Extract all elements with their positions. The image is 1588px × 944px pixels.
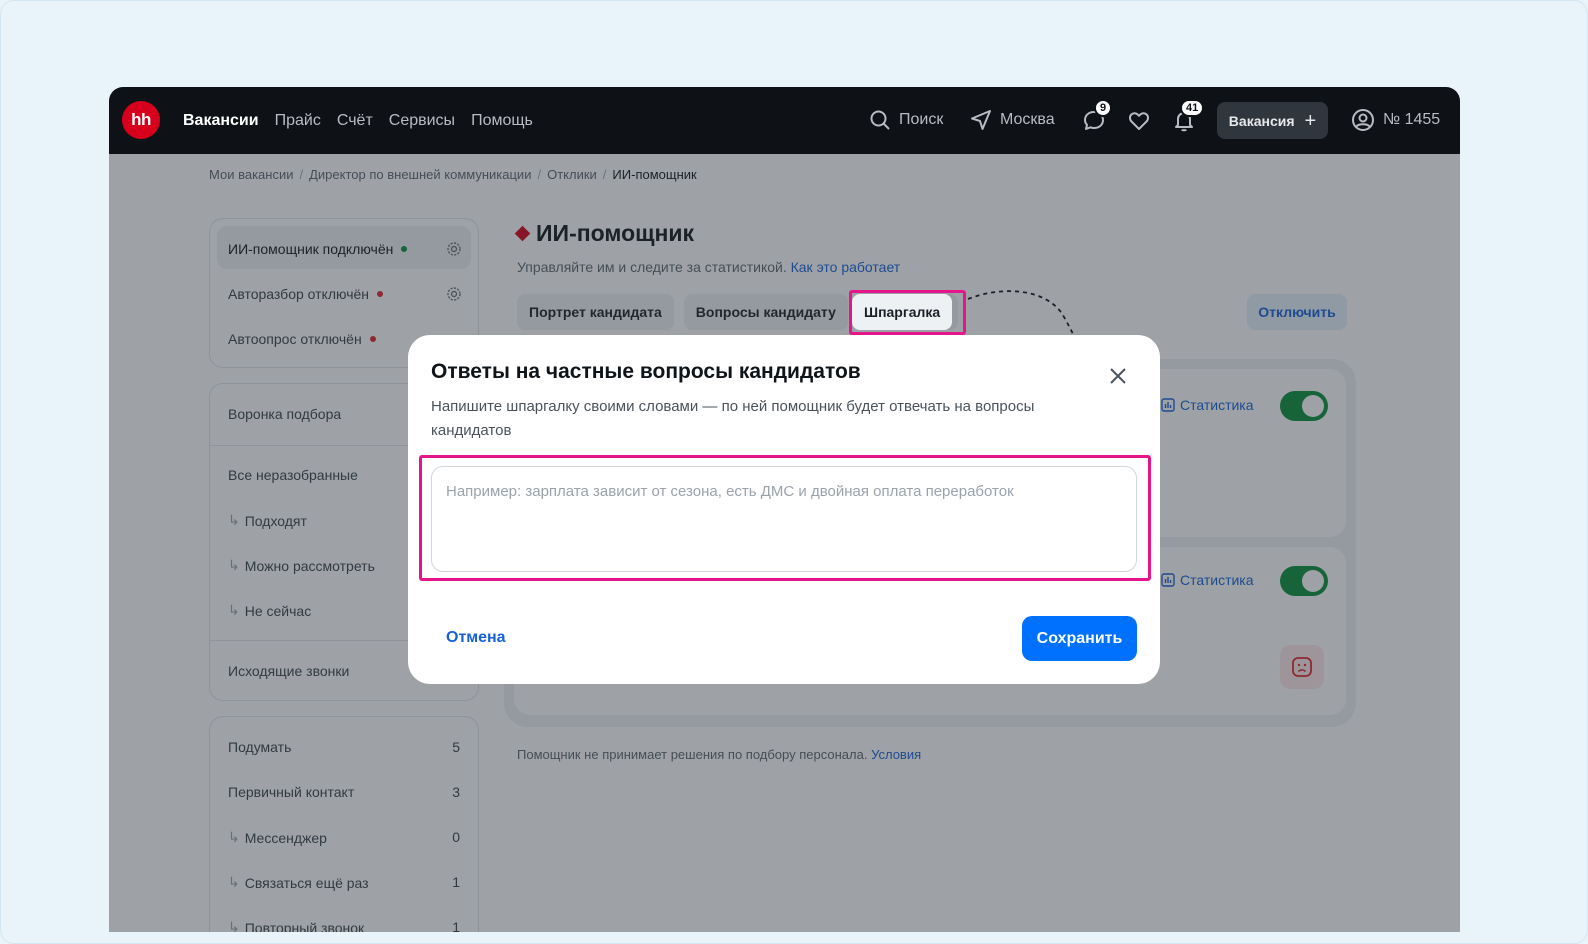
messages-badge: 9	[1094, 99, 1113, 117]
close-icon[interactable]	[1108, 366, 1128, 386]
search-label: Поиск	[899, 111, 944, 128]
location-arrow-icon	[971, 110, 991, 130]
nav-price[interactable]: Прайс	[275, 112, 321, 130]
heart-icon	[1129, 112, 1149, 130]
plus-icon: +	[1304, 109, 1317, 132]
nav-invoice[interactable]: Счёт	[337, 112, 373, 130]
tab-highlight-frame	[849, 290, 966, 335]
nav-help[interactable]: Помощь	[471, 112, 533, 130]
account-menu[interactable]: № 1455	[1351, 108, 1440, 132]
city-selector[interactable]: Москва	[970, 109, 1055, 131]
top-header: hh Вакансии Прайс Счёт Сервисы Помощь По…	[109, 87, 1460, 154]
favorites-button[interactable]	[1127, 109, 1151, 133]
search-link[interactable]: Поиск	[869, 109, 943, 131]
user-circle-icon	[1352, 109, 1374, 131]
nav-services[interactable]: Сервисы	[389, 112, 455, 130]
textarea-highlight-frame	[419, 455, 1151, 581]
nav-vacancies[interactable]: Вакансии	[183, 112, 259, 130]
cancel-button[interactable]: Отмена	[446, 629, 506, 647]
account-number: № 1455	[1383, 111, 1441, 128]
search-icon	[870, 110, 890, 130]
save-button[interactable]: Сохранить	[1022, 616, 1137, 661]
create-vacancy-button[interactable]: Вакансия +	[1217, 102, 1328, 139]
app-window: hh Вакансии Прайс Счёт Сервисы Помощь По…	[109, 87, 1460, 932]
cheatsheet-modal: Ответы на частные вопросы кандидатов Нап…	[408, 335, 1160, 684]
create-vacancy-label: Вакансия	[1228, 112, 1295, 129]
modal-description: Напишите шпаргалку своими словами — по н…	[431, 398, 1035, 439]
hh-logo[interactable]: hh	[122, 101, 160, 139]
modal-title: Ответы на частные вопросы кандидатов	[431, 360, 861, 383]
main-nav: Вакансии Прайс Счёт Сервисы Помощь	[183, 87, 533, 154]
notifications-badge: 41	[1180, 99, 1205, 117]
city-label: Москва	[1000, 111, 1055, 128]
